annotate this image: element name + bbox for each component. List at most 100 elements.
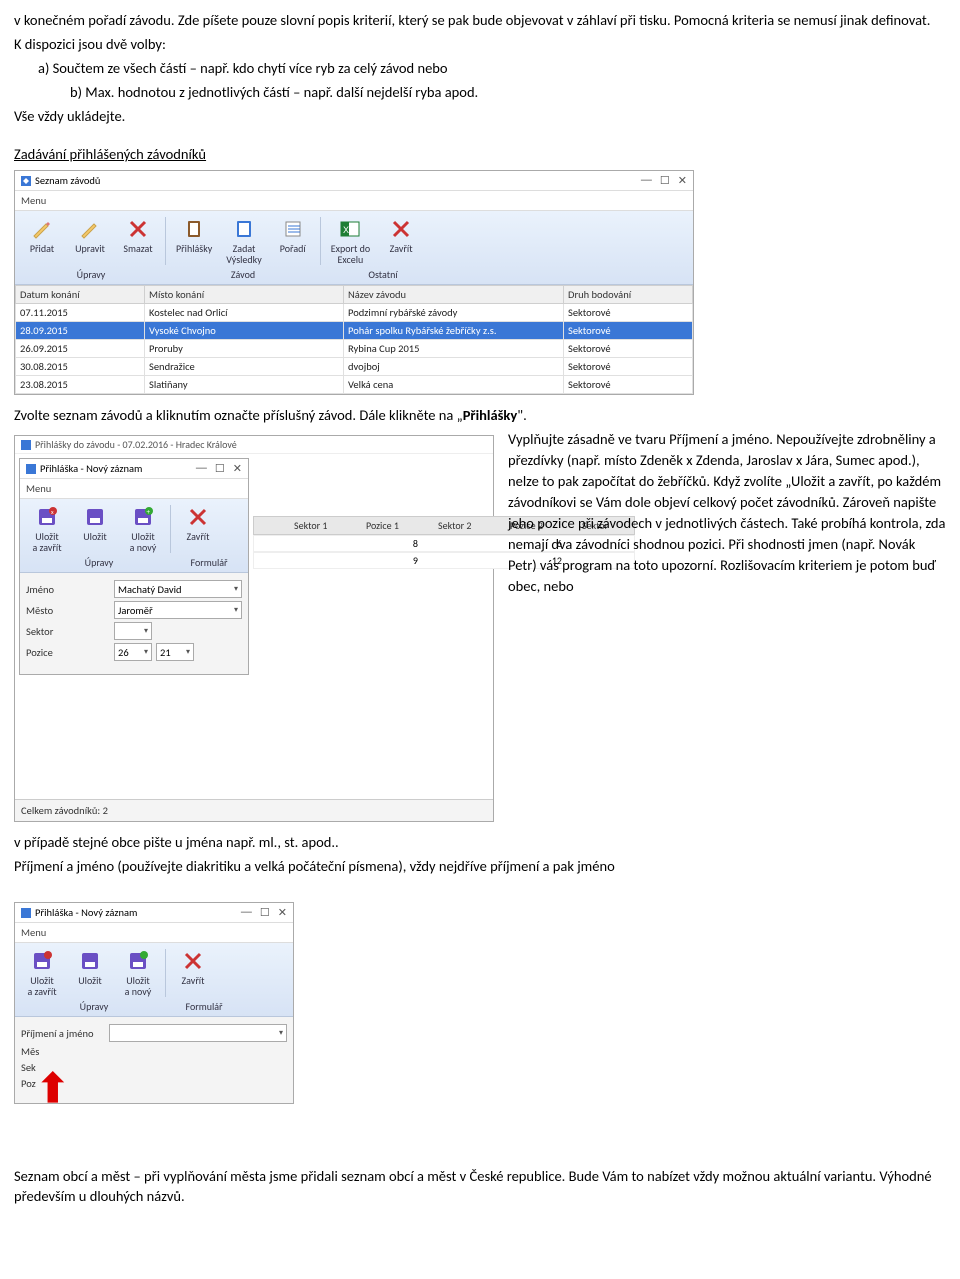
zavody-table: Datum konání Místo konání Název závodu D… [15, 285, 693, 394]
arrow-up-icon: ⬆ [36, 1064, 70, 1113]
excel-icon: X [338, 217, 362, 241]
col-druh[interactable]: Druh bodování [564, 286, 693, 304]
clipboard-icon [182, 217, 206, 241]
svg-text:X: X [343, 225, 349, 235]
after-text-2: Příjmení a jméno (používejte diakritiku … [14, 856, 946, 876]
status-bar: Celkem závodníků: 2 [15, 799, 493, 821]
close-icon[interactable]: ✕ [233, 462, 242, 475]
table-row[interactable]: 28.09.2015Vysoké ChvojnoPohár spolku Ryb… [16, 322, 693, 340]
poradi-label: Pořadí [280, 243, 306, 254]
ulozit-novy-button[interactable]: Uložit a nový [115, 947, 161, 999]
max-icon[interactable]: ☐ [660, 174, 670, 187]
ulozit-button[interactable]: Uložit [72, 503, 118, 555]
close-icon[interactable]: ✕ [278, 906, 287, 919]
intro-p2: K dispozici jsou dvě volby: [14, 34, 946, 54]
save-icon [83, 505, 107, 529]
sektor-field[interactable]: ▾ [114, 622, 152, 640]
group-upravy: Úpravy [24, 556, 174, 569]
table-row[interactable]: 26.09.2015ProrubyRybina Cup 2015Sektorov… [16, 340, 693, 358]
save-new-icon [126, 949, 150, 973]
prijmeni-field[interactable]: ▾ [109, 1024, 287, 1042]
group-formular: Formulář [174, 556, 244, 569]
app-icon [26, 464, 36, 474]
menu-bar[interactable]: Menu [20, 479, 248, 499]
label-mesto: Město [26, 604, 110, 617]
intro-p1: v konečném pořadí závodu. Zde píšete pou… [14, 10, 946, 30]
pozice1-field[interactable]: 26▾ [114, 643, 152, 661]
menu-bar[interactable]: Menu [15, 923, 293, 943]
min-icon[interactable]: — [641, 174, 652, 187]
svg-text:+: + [147, 507, 151, 516]
mesto-field[interactable]: Jaroměř▾ [114, 601, 242, 619]
min-icon[interactable]: — [241, 906, 252, 919]
table-row[interactable]: 30.08.2015SendražicedvojbojSektorové [16, 358, 693, 376]
ulozit-zavrit-button[interactable]: x Uložit a zavřít [24, 503, 70, 555]
svg-text:x: x [51, 508, 54, 516]
group-zavod: Závod [163, 268, 323, 281]
intro-opt-a: a) Součtem ze všech částí – např. kdo ch… [14, 58, 946, 78]
screenshot-seznam-zavodu: Seznam závodů — ☐ ✕ Menu Přidat Upravit [14, 170, 694, 395]
smazat-button[interactable]: Smazat [115, 215, 161, 267]
col-misto[interactable]: Místo konání [145, 286, 344, 304]
jmeno-field[interactable]: Machatý David▾ [114, 580, 242, 598]
max-icon[interactable]: ☐ [215, 462, 225, 475]
list-icon [281, 217, 305, 241]
save-close-icon: x [35, 505, 59, 529]
save-icon [78, 949, 102, 973]
dropdown-icon: ▾ [234, 605, 238, 615]
screenshot-prihlaska-edit: Přihlášky do závodu - 07.02.2016 - Hrade… [14, 435, 494, 822]
label-sektor: Sektor [26, 625, 110, 638]
ulozit-button[interactable]: Uložit [67, 947, 113, 999]
outer-window-header: Přihlášky do závodu - 07.02.2016 - Hrade… [15, 436, 493, 454]
export-button[interactable]: X Export do Excelu [325, 215, 376, 267]
zavrit-button[interactable]: Zavřít [170, 947, 216, 999]
inner-window: Přihláška - Nový záznam — ☐ ✕ Menu x [19, 458, 249, 675]
app-icon [21, 176, 31, 186]
poradi-button[interactable]: Pořadí [270, 215, 316, 267]
zavrit-button[interactable]: Zavřít [378, 215, 424, 267]
ulozit-zavrit-button[interactable]: Uložit a zavřít [19, 947, 65, 999]
smazat-label: Smazat [123, 243, 152, 254]
ribbon: Přidat Upravit Smazat Přihlášky [15, 211, 693, 285]
ulozit-novy-button[interactable]: + Uložit a nový [120, 503, 166, 555]
pencil-edit-icon [78, 217, 102, 241]
max-icon[interactable]: ☐ [260, 906, 270, 919]
upravit-button[interactable]: Upravit [67, 215, 113, 267]
prihlasky-button[interactable]: Přihlášky [170, 215, 218, 267]
close-ribbon-icon [389, 217, 413, 241]
intro-opt-b: b) Max. hodnotou z jednotlivých částí – … [14, 82, 946, 102]
intro-p3: Vše vždy ukládejte. [14, 106, 946, 126]
pozice2-field[interactable]: 21▾ [156, 643, 194, 661]
dropdown-icon: ▾ [144, 626, 148, 636]
col-nazev[interactable]: Název závodu [344, 286, 564, 304]
menu-bar[interactable]: Menu [15, 191, 693, 211]
notebook-icon [232, 217, 256, 241]
export-label: Export do Excelu [331, 243, 370, 265]
col-datum[interactable]: Datum konání [16, 286, 145, 304]
dropdown-icon: ▾ [234, 584, 238, 594]
mid-instruction: Zvolte seznam závodů a kliknutím označte… [14, 405, 946, 425]
table-row[interactable]: 23.08.2015SlatiňanyVelká cenaSektorové [16, 376, 693, 394]
zavrit-button[interactable]: Zavřít [175, 503, 221, 555]
table-row[interactable]: 07.11.2015Kostelec nad OrlicíPodzimní ry… [16, 304, 693, 322]
window-title: Seznam závodů [35, 174, 100, 187]
upravit-label: Upravit [75, 243, 105, 254]
bottom-p1: Seznam obcí a měst – při vyplňování měst… [14, 1166, 946, 1206]
window-title: Přihláška - Nový záznam [40, 462, 142, 475]
group-upravy: Úpravy [19, 1000, 169, 1013]
delete-x-icon [126, 217, 150, 241]
after-text-1: v případě stejné obce pište u jména např… [14, 832, 946, 852]
min-icon[interactable]: — [196, 462, 207, 475]
zadat-button[interactable]: Zadat Výsledky [220, 215, 267, 267]
window-title: Přihláška - Nový záznam [35, 906, 137, 919]
label-jmeno: Jméno [26, 583, 110, 596]
label-mes: Měs [21, 1045, 105, 1058]
app-icon [21, 908, 31, 918]
pridat-button[interactable]: Přidat [19, 215, 65, 267]
close-ribbon-icon [181, 949, 205, 973]
zadat-label: Zadat Výsledky [226, 243, 261, 265]
group-ostatni: Ostatní [323, 268, 443, 281]
close-icon[interactable]: ✕ [678, 174, 687, 187]
prihlasky-label: Přihlášky [176, 243, 212, 254]
arrow-annotation: ⬆ [14, 1114, 946, 1148]
